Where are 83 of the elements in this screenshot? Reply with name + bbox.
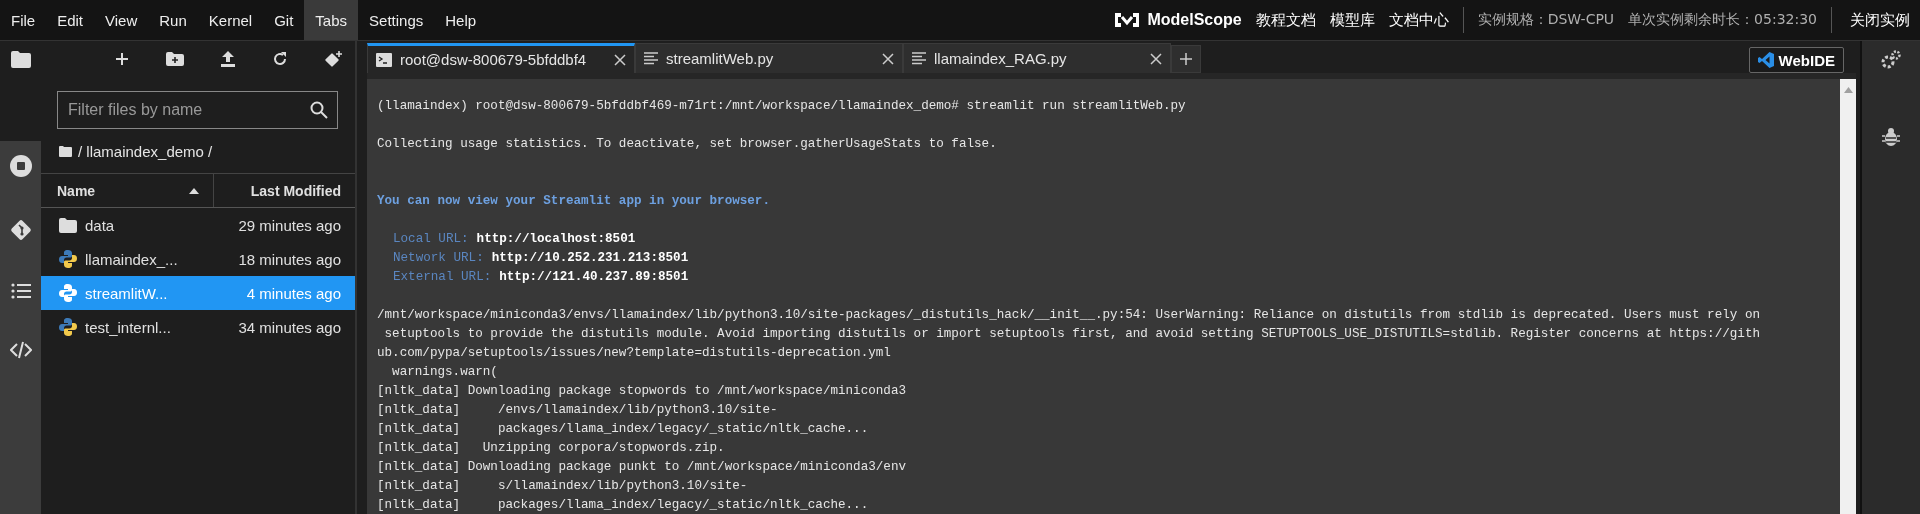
modified-time: 34 minutes ago — [238, 318, 341, 336]
vscode-icon — [1757, 52, 1774, 68]
modified-time: 18 minutes ago — [238, 250, 341, 268]
terminal-icon — [376, 52, 392, 67]
brand-logo[interactable]: ModelScope — [1147, 11, 1242, 29]
scrollbar[interactable] — [1840, 79, 1856, 514]
instance-spec: 实例规格：DSW-CPU — [1477, 11, 1615, 29]
menu-item[interactable]: Help — [434, 0, 488, 40]
folder-icon[interactable] — [10, 51, 31, 68]
code-icon[interactable] — [9, 341, 32, 359]
menu-item[interactable]: Edit — [46, 0, 95, 40]
url-label: External URL: — [393, 270, 492, 284]
menu-item[interactable]: Git — [263, 0, 305, 40]
nav-link[interactable]: 文档中心 — [1388, 10, 1449, 30]
logo-icon — [1113, 11, 1142, 29]
terminal-line: ub.com/pypa/setuptools/issues/new?template=distutils-deprecation.yml — [377, 345, 892, 362]
menu-item[interactable]: Tabs — [304, 0, 359, 40]
terminal-line: [nltk_data] Downloading package punkt to /mnt/workspace/miniconda3/env — [377, 459, 908, 476]
url-label: Local URL: — [393, 232, 469, 246]
modified-time: 4 minutes ago — [246, 284, 341, 302]
menu-item[interactable]: Settings — [358, 0, 435, 40]
new-folder-icon[interactable] — [166, 52, 184, 66]
tab[interactable]: streamlitWeb.py — [635, 43, 903, 73]
remaining-time: 单次实例剩余时长：05:32:30 — [1628, 11, 1817, 29]
search-icon — [310, 101, 328, 119]
nav-link[interactable]: 教程文档 — [1255, 10, 1316, 30]
folder-icon — [59, 217, 77, 233]
nav-link[interactable]: 模型库 — [1329, 10, 1375, 30]
terminal-line: warnings.warn( — [391, 364, 499, 381]
terminal-line: [nltk_data] Downloading package stopwords to /mnt/workspace/miniconda3 — [377, 383, 908, 400]
close-icon[interactable] — [1150, 52, 1162, 65]
bug-icon[interactable] — [1882, 127, 1900, 147]
menu-item[interactable]: Kernel — [197, 0, 264, 40]
terminal-line: /mnt/workspace/miniconda3/envs/llamaindex/lib/python3.10/site-packages/_distutils_hack/__init__.py:54: UserWarning: Reliance on distutils from stdlib is deprecated. Users must rely on — [377, 307, 1762, 324]
python-icon — [59, 284, 77, 302]
file-row[interactable]: data 29 minutes ago — [41, 208, 355, 242]
menu-item[interactable]: View — [94, 0, 149, 40]
text-file-icon — [644, 52, 658, 65]
file-name: data — [85, 216, 116, 234]
terminal-line: [nltk_data] packages/llama_index/legacy/_static/nltk_cache... — [377, 497, 870, 514]
column-header[interactable]: Name — [41, 174, 214, 207]
search-field[interactable]: Filter files by name — [57, 91, 338, 129]
plus-icon — [1180, 53, 1192, 65]
terminal-line: [nltk_data] packages/llama_index/legacy/_static/nltk_cache... — [377, 421, 870, 438]
python-icon — [59, 250, 77, 268]
terminal-line: You can now view your Streamlit app in your browser. — [377, 193, 771, 210]
close-icon[interactable] — [614, 53, 626, 66]
tab[interactable]: root@dsw-800679-5bfddbf4 — [367, 43, 635, 73]
column-header[interactable]: Last Modified — [214, 174, 355, 207]
terminal-line: [nltk_data] /envs/llamaindex/lib/python3.10/site- — [377, 402, 779, 419]
git-clone-icon[interactable] — [325, 50, 343, 68]
stop-icon[interactable] — [9, 155, 32, 177]
terminal-line: Collecting usage statistics. To deactivate, set browser.gatherUsageStats to false. — [377, 136, 998, 153]
list-icon[interactable] — [10, 283, 31, 299]
file-row[interactable]: test_internl... 34 minutes ago — [41, 310, 355, 344]
file-row[interactable]: llamaindex_... 18 minutes ago — [41, 242, 355, 276]
url-link[interactable]: http://10.252.231.213:8501 — [491, 251, 689, 265]
tab[interactable]: llamaindex_RAG.py — [903, 43, 1171, 73]
folder-icon — [59, 145, 72, 157]
close-instance-button[interactable]: 关闭实例 — [1846, 10, 1920, 30]
file-name: test_internl... — [85, 318, 172, 336]
close-icon[interactable] — [882, 52, 894, 65]
terminal-line: setuptools to provide the distutils module. Avoid importing distutils or import setuptools first, and avoid setting SETUPTOOLS_USE_DISTUTILS=stdlib. Register concerns at https://gith — [383, 326, 1762, 343]
url-link[interactable]: http://121.40.237.89:8501 — [499, 270, 689, 284]
python-icon — [59, 318, 77, 336]
menu-item[interactable]: File — [0, 0, 47, 40]
terminal-line: [nltk_data] Unzipping corpora/stopwords.zip. — [377, 440, 726, 457]
url-link[interactable]: http://localhost:8501 — [476, 232, 636, 246]
refresh-icon[interactable] — [272, 51, 288, 67]
webide-button[interactable]: WebIDE — [1748, 47, 1844, 73]
text-file-icon — [912, 52, 926, 65]
breadcrumb[interactable]: / llamaindex_demo / — [78, 142, 213, 160]
terminal-line: (llamaindex) root@dsw-800679-5bfddbf469-m71rt:/mnt/workspace/llamaindex_demo# streamlit run streamlitWeb.py — [377, 98, 1187, 115]
file-name: llamaindex_... — [85, 250, 179, 268]
terminal-line: [nltk_data] s/llamaindex/lib/python3.10/site- — [377, 478, 749, 495]
add-tab-button[interactable] — [1171, 45, 1201, 73]
menu-item[interactable]: Run — [148, 0, 198, 40]
sort-caret-icon — [189, 187, 199, 194]
file-name: streamlitW... — [85, 284, 169, 302]
upload-icon[interactable] — [221, 51, 235, 67]
modified-time: 29 minutes ago — [238, 216, 341, 234]
plus-icon[interactable] — [115, 52, 129, 66]
url-label: Network URL: — [393, 251, 484, 265]
